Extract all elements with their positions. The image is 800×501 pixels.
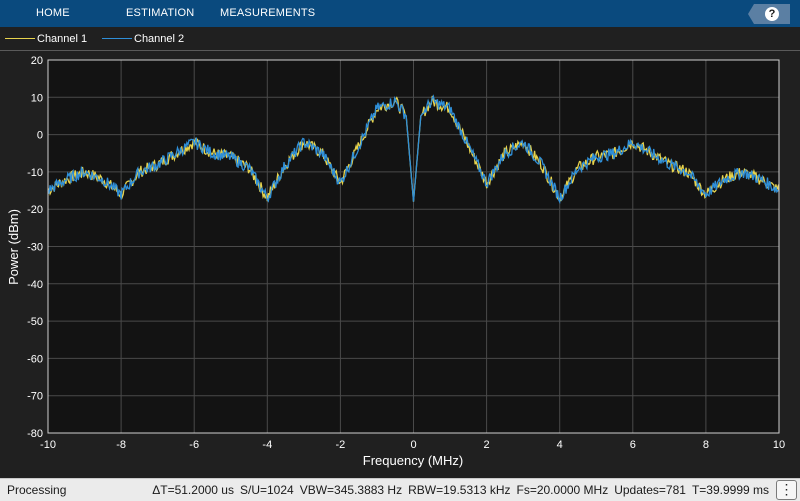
x-tick-label: 0 [410,439,416,451]
y-tick-label: 10 [31,92,43,104]
x-tick-labels: -10 -8 -6 -4 -2 0 2 4 6 8 10 [40,439,785,451]
y-tick-label: -10 [27,167,43,179]
y-tick-label: -70 [27,391,43,403]
legend-line-channel-1 [5,38,35,39]
legend-item-channel-1[interactable]: Channel 1 [5,27,87,50]
status-updates: Updates=781 [614,483,686,497]
status-measurements: ΔT=51.2000 us S/U=1024 VBW=345.3883 Hz RBW=… [146,483,769,497]
status-time: T=39.9999 ms [691,483,769,497]
x-tick-label: -6 [189,439,199,451]
help-button[interactable]: ? [748,4,790,24]
x-tick-label: 4 [557,439,563,451]
y-tick-label: -60 [27,353,43,365]
x-axis-label: Frequency (MHz) [363,453,463,468]
more-vertical-icon[interactable]: ⋮ [776,480,797,500]
tab-home[interactable]: HOME [36,0,70,27]
status-state: Processing [7,483,67,497]
toolstrip: HOME ESTIMATION MEASUREMENTS ? [0,0,800,27]
status-fs: Fs=20.0000 MHz [516,483,609,497]
legend-label: Channel 1 [37,32,88,45]
legend-item-channel-2[interactable]: Channel 2 [102,27,184,50]
x-tick-label: 10 [773,439,785,451]
legend: Channel 1 Channel 2 [0,27,800,51]
legend-label: Channel 2 [134,32,185,45]
x-tick-label: 2 [484,439,490,451]
x-tick-label: -2 [336,439,346,451]
tab-estimation[interactable]: ESTIMATION [126,0,194,27]
y-tick-label: -50 [27,316,43,328]
y-tick-label: -80 [27,428,43,440]
y-tick-label: 0 [37,130,43,142]
x-tick-label: 6 [630,439,636,451]
status-vbw: VBW=345.3883 Hz [299,483,403,497]
legend-line-channel-2 [102,38,132,39]
tab-measurements[interactable]: MEASUREMENTS [220,0,315,27]
y-axis-label: Power (dBm) [6,209,21,285]
x-tick-label: -8 [116,439,126,451]
question-mark-icon: ? [765,7,779,21]
y-tick-label: -30 [27,242,43,254]
spectrum-plot[interactable]: -10 -8 -6 -4 -2 0 2 4 6 8 10 20100-10-20-30-40-50-… [0,51,800,478]
status-delta-t: ΔT=51.2000 us [152,483,234,497]
status-su: S/U=1024 [239,483,294,497]
status-bar: Processing ΔT=51.2000 us S/U=1024 VBW=345.… [0,478,800,501]
y-tick-label: -40 [27,279,43,291]
x-tick-label: 8 [703,439,709,451]
status-rbw: RBW=19.5313 kHz [408,483,511,497]
y-tick-labels: 20 10 0 -10 -20 -30 -40 -50 -60 -70 -80 [27,55,43,440]
y-tick-label: 20 [31,55,43,67]
x-tick-label: -10 [40,439,56,451]
y-tick-label: -20 [27,204,43,216]
x-tick-label: -4 [262,439,272,451]
